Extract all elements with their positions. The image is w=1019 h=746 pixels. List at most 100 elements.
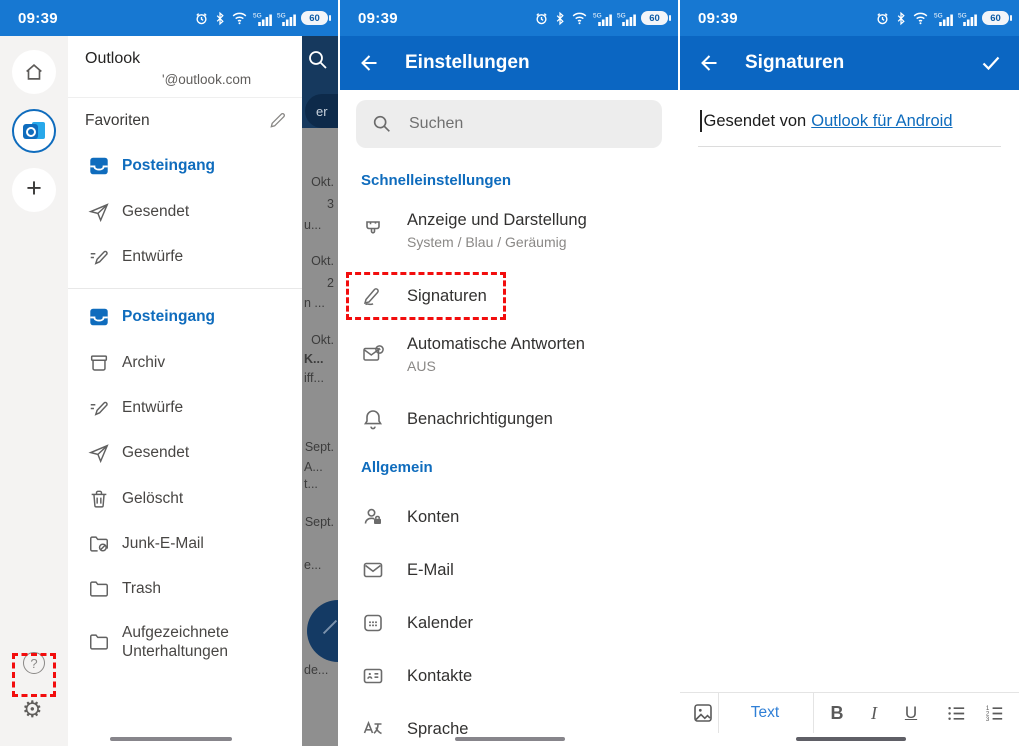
drawer-item-label: Gelöscht [122,490,184,508]
filter-pill: er [305,94,338,128]
search-icon [373,115,390,132]
settings-item-subtitle: System / Blau / Geräumig [407,233,567,250]
backdrop-fragment: K... [304,352,324,366]
bluetooth-icon [216,11,224,25]
account-avatar-outlook[interactable] [12,109,56,153]
settings-item-label: E-Mail [407,560,454,579]
drawer-item-gesendet[interactable]: Gesendet [68,430,302,476]
send-icon [88,444,109,464]
settings-item-label: Benachrichtigungen [407,409,553,428]
battery-level: 60 [649,12,660,24]
drawer-item-label: Posteingang [122,157,216,175]
confirm-check-icon[interactable] [979,51,1003,75]
settings-item-contacts[interactable]: Kontakte [340,653,678,699]
svg-text:5G: 5G [593,12,602,19]
drawer-item-entwuerfe-favorit[interactable]: Entwürfe [68,234,302,280]
home-indicator[interactable] [796,737,906,741]
signal-5g-icon: 5G [617,12,636,26]
signature-link[interactable]: Outlook für Android [811,112,952,131]
settings-app-bar: Einstellungen [340,36,678,90]
bluetooth-icon [897,11,905,25]
signal-5g-icon: 5G [958,12,977,26]
section-title-quick: Schnelleinstellungen [361,172,512,189]
search-placeholder: Suchen [409,115,464,132]
drawer-item-label: Junk-E-Mail [122,535,204,553]
add-account-button[interactable]: + [12,168,56,212]
settings-item-label: Kontakte [407,666,473,685]
bluetooth-icon [556,11,564,25]
svg-text:5G: 5G [253,12,262,19]
drawer-item-entwuerfe[interactable]: Entwürfe [68,385,302,431]
back-arrow-icon[interactable] [356,51,380,75]
drawer-item-junk[interactable]: Junk-E-Mail [68,521,302,567]
status-icons: 5G 5G 60 [194,11,331,26]
svg-text:5G: 5G [617,12,626,19]
signature-text: Gesendet von [703,111,807,130]
status-bar: 09:39 5G 5G 60 [0,0,338,36]
settings-item-label: Sprache [407,719,469,738]
settings-item-accounts[interactable]: Konten [340,494,678,540]
backdrop-fragment: A... [304,460,323,474]
settings-item-auto-replies[interactable]: Automatische Antworten AUS [340,326,678,382]
settings-item-calendar[interactable]: Kalender [340,600,678,646]
settings-item-notifications[interactable]: Benachrichtigungen [340,396,678,442]
numbered-list-button[interactable]: 123 [978,693,1010,733]
backdrop-fragment: Sept. [304,515,334,529]
back-arrow-icon[interactable] [696,51,720,75]
gear-icon: ⚙ [22,696,43,722]
settings-button[interactable]: ⚙ [22,698,43,721]
screen-signature-editor: 09:39 5G 5G 60 Signaturen Gesendet von Ou… [680,0,1019,746]
app-rail: + ? ⚙ [0,36,68,746]
status-icons: 5G 5G 60 [875,11,1012,26]
drawer-item-geloescht[interactable]: Gelöscht [68,476,302,522]
screen-settings: 09:39 5G 5G 60 Einstellungen Suchen Schn… [340,0,678,746]
drawer-item-label: Trash [122,580,162,598]
drawer-item-aufgezeichnete[interactable]: Aufgezeichnete Unterhaltungen [68,610,302,674]
screenshot-stage: 09:39 5G 5G 60 + ? ⚙ Outlook '@outlook.c… [0,0,1019,746]
svg-text:5G: 5G [934,12,943,19]
signal-5g-icon: 5G [277,12,296,26]
settings-item-appearance[interactable]: Anzeige und Darstellung System / Blau / … [340,202,678,258]
drawer-item-posteingang[interactable]: Posteingang [68,294,302,340]
text-style-button[interactable]: Text [730,693,800,733]
favorites-header: Favoriten [68,110,302,138]
signature-text-input[interactable]: Gesendet von Outlook für Android [700,108,953,134]
insert-image-button[interactable] [688,693,718,733]
home-button[interactable] [12,50,56,94]
home-indicator[interactable] [455,737,565,741]
bullet-list-button[interactable] [940,693,972,733]
archive-icon [90,355,108,371]
settings-item-label: Kalender [407,613,474,632]
alarm-icon [196,12,207,24]
backdrop-fragment: Sept. [304,440,334,454]
section-title-general: Allgemein [361,459,433,476]
divider [68,288,302,289]
auto-reply-icon [363,345,384,361]
italic-button[interactable]: I [859,693,889,733]
backdrop-fragment: u... [304,218,322,232]
home-icon [26,64,42,80]
toolbar-divider [813,693,814,733]
settings-search-field[interactable]: Suchen [356,100,662,148]
battery-icon: 60 [301,11,331,25]
home-indicator[interactable] [110,737,232,741]
underline-button[interactable]: U [896,693,926,733]
status-time: 09:39 [698,9,738,27]
drawer-item-posteingang-favorit[interactable]: Posteingang [68,143,302,189]
settings-item-label: Automatische Antworten [407,334,585,353]
bold-button[interactable]: B [822,693,852,733]
inbox-icon [90,308,108,326]
signatures-app-bar: Signaturen [680,36,1019,90]
bell-icon [363,410,383,430]
drawer-item-trash[interactable]: Trash [68,566,302,612]
folder-icon [90,581,108,597]
settings-item-email[interactable]: E-Mail [340,547,678,593]
drawer-item-archiv[interactable]: Archiv [68,340,302,386]
page-title: Signaturen [745,52,845,73]
screen-drawer: 09:39 5G 5G 60 + ? ⚙ Outlook '@outlook.c… [0,0,338,746]
drawer-item-gesendet-favorit[interactable]: Gesendet [68,189,302,235]
junk-folder-icon [90,536,108,552]
folder-icon [90,634,108,650]
bullet-list-icon [947,706,964,720]
edit-favorites-icon[interactable] [268,110,288,130]
